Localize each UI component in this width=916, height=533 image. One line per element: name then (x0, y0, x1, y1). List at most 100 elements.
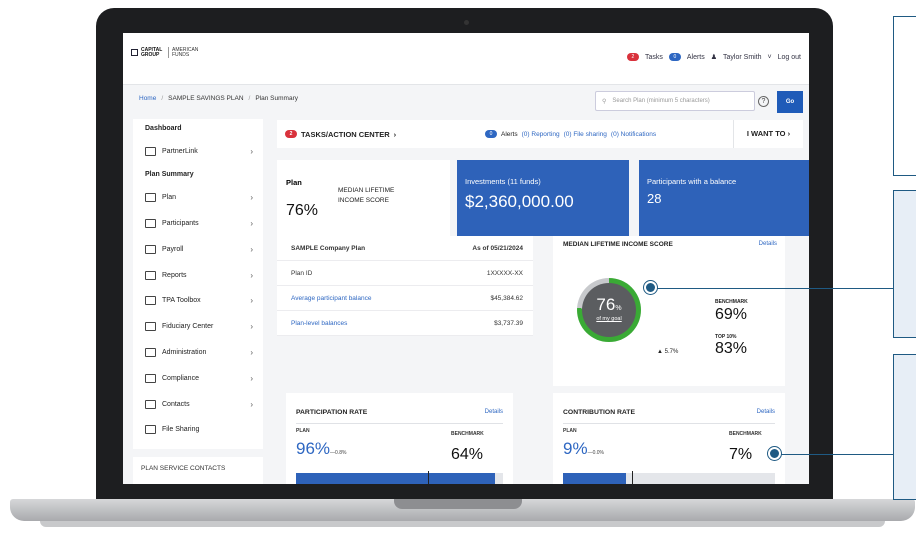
callout-dot (768, 447, 781, 460)
sidebar-item-file-sharing[interactable]: File Sharing (133, 417, 263, 443)
contribution-details-link[interactable]: Details (757, 409, 775, 415)
breadcrumb: Home / SAMPLE SAVINGS PLAN / Plan Summar… (139, 95, 298, 102)
reports-icon (145, 270, 156, 280)
participants-card[interactable]: Participants with a balance 28 (639, 160, 809, 236)
chevron-right-icon: › (250, 399, 253, 409)
sidebar-item-plan[interactable]: Plan › (133, 185, 263, 211)
plan-card-label: MEDIAN LIFETIME INCOME SCORE (338, 187, 395, 204)
partnerlink-icon (145, 147, 156, 157)
sidebar-item-administration[interactable]: Administration › (133, 340, 263, 366)
laptop-base-notch (394, 499, 522, 509)
breadcrumb-plan[interactable]: SAMPLE SAVINGS PLAN (168, 95, 243, 102)
sidebar-item-fiduciary-center[interactable]: Fiduciary Center › (133, 314, 263, 340)
participation-rate-panel: PARTICIPATION RATE Details PLAN BENCHMAR… (286, 393, 513, 484)
logo-mark-icon (131, 49, 138, 56)
file-sharing-filter[interactable]: (0) File sharing (564, 131, 607, 138)
chevron-right-icon: › (250, 347, 253, 357)
chevron-right-icon: › (250, 322, 253, 332)
company-logo[interactable]: CAPITAL GROUP AMERICAN FUNDS (131, 47, 200, 58)
reporting-filter[interactable]: (0) Reporting (522, 131, 560, 138)
income-score-donut: 76% of my goal (577, 278, 641, 342)
laptop-screen: CAPITAL GROUP AMERICAN FUNDS 2 Tasks 0 A… (123, 33, 809, 484)
help-icon[interactable]: ? (758, 96, 769, 107)
sidebar-item-label: Compliance (162, 374, 199, 382)
donut-value: 76% (582, 295, 636, 315)
sidebar-dashboard[interactable]: Dashboard (133, 119, 263, 139)
chevron-right-icon: › (250, 193, 253, 203)
sidebar-item-participants[interactable]: Participants › (133, 211, 263, 237)
breadcrumb-separator: / (248, 95, 251, 102)
callout-box (893, 190, 916, 338)
plan-score-card: Plan 76% MEDIAN LIFETIME INCOME SCORE (277, 160, 450, 236)
sidebar: Dashboard PartnerLink › Plan Summary Pla… (133, 119, 263, 449)
alerts-filter[interactable]: Alerts (501, 131, 518, 138)
donut-center: 76% of my goal (582, 283, 636, 337)
plan-level-balances-link[interactable]: Plan-level balances (291, 320, 347, 327)
contribution-benchmark-value: 7% (729, 446, 753, 463)
top-bar: CAPITAL GROUP AMERICAN FUNDS 2 Tasks 0 A… (123, 33, 809, 85)
go-button[interactable]: Go (777, 91, 803, 113)
sidebar-item-contacts[interactable]: Contacts › (133, 391, 263, 417)
participants-icon (145, 218, 156, 228)
contribution-plan-value: 9%—0.0% (563, 439, 604, 459)
investments-value: $2,360,000.00 (465, 192, 574, 211)
divider (296, 423, 503, 424)
divider (563, 423, 775, 424)
sidebar-item-label: Administration (162, 348, 207, 356)
laptop-base-shadow (40, 521, 885, 527)
table-row: Average participant balance $45,384.62 (277, 286, 533, 311)
as-of-date: As of 05/21/2024 (472, 244, 523, 252)
notifications-filter[interactable]: (0) Notifications (611, 131, 656, 138)
sidebar-item-payroll[interactable]: Payroll › (133, 236, 263, 262)
user-menu[interactable]: Taylor Smith (723, 54, 762, 61)
plan-name: SAMPLE Company Plan (291, 244, 366, 252)
chevron-right-icon: › (250, 373, 253, 383)
donut-goal-link[interactable]: of my goal (582, 316, 636, 322)
sidebar-item-compliance[interactable]: Compliance › (133, 365, 263, 391)
participation-plan-pct: 96% (296, 439, 331, 458)
sidebar-item-partnerlink[interactable]: PartnerLink › (133, 139, 263, 165)
top10-value: 83% (715, 340, 748, 357)
alerts-link[interactable]: Alerts (687, 54, 705, 61)
table-row: Plan-level balances $3,737.39 (277, 311, 533, 336)
participation-benchmark-label: BENCHMARK (451, 431, 484, 437)
compliance-icon (145, 373, 156, 383)
participation-bar-fill (296, 473, 495, 484)
tasks-action-center-link[interactable]: 2 TASKS/ACTION CENTER › (285, 130, 396, 139)
participation-plan-value: 96%—0.8% (296, 439, 346, 459)
tpa-toolbox-icon (145, 296, 156, 306)
contribution-rate-panel: CONTRIBUTION RATE Details PLAN BENCHMARK… (553, 393, 785, 484)
sidebar-item-reports[interactable]: Reports › (133, 262, 263, 288)
income-score-panel: MEDIAN LIFETIME INCOME SCORE Details 76%… (553, 236, 785, 386)
logout-link[interactable]: Log out (778, 54, 801, 61)
income-score-details-link[interactable]: Details (759, 241, 777, 247)
row-key: Plan ID (291, 269, 313, 277)
chevron-right-icon: › (393, 129, 397, 139)
chevron-right-icon: › (250, 244, 253, 254)
breadcrumb-home[interactable]: Home (139, 95, 156, 102)
sidebar-item-label: Contacts (162, 400, 190, 408)
sidebar-plan-summary[interactable]: Plan Summary (133, 165, 263, 185)
sidebar-item-label: PartnerLink (162, 148, 198, 156)
tasks-link[interactable]: Tasks (645, 54, 663, 61)
participants-label: Participants with a balance (647, 177, 737, 186)
donut-score: 76 (596, 295, 616, 314)
callout-connector (651, 288, 893, 289)
logo-text-left: CAPITAL GROUP (141, 46, 163, 58)
i-want-to-label: I WANT TO (746, 129, 786, 138)
row-value: $45,384.62 (490, 294, 523, 302)
i-want-to-button[interactable]: I WANT TO › (733, 120, 803, 148)
sidebar-items: Plan › Participants › Payroll › Reports › TPA To… (133, 185, 263, 443)
user-icon: ♟ (710, 54, 718, 61)
participation-plan-delta: —0.8% (330, 450, 347, 456)
participation-details-link[interactable]: Details (485, 409, 503, 415)
search-placeholder: Search Plan (minimum 5 characters) (612, 98, 710, 104)
contribution-plan-delta: —0.0% (587, 450, 604, 456)
sidebar-item-label: Fiduciary Center (162, 323, 214, 331)
sidebar-item-tpa-toolbox[interactable]: TPA Toolbox › (133, 288, 263, 314)
top-nav: 2 Tasks 0 Alerts ♟ Taylor Smith ˅ Log ou… (626, 53, 801, 61)
search-input[interactable]: ⚲ Search Plan (minimum 5 characters) (595, 91, 755, 111)
donut-unit: % (615, 305, 622, 312)
average-balance-link[interactable]: Average participant balance (291, 295, 371, 302)
investments-card[interactable]: Investments (11 funds) $2,360,000.00 (457, 160, 629, 236)
